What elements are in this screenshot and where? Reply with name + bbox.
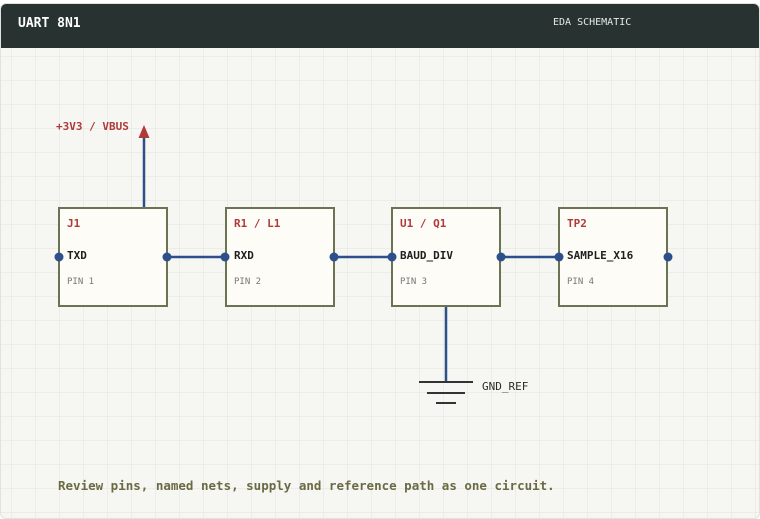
component-signal: BAUD_DIV [400, 249, 453, 262]
component-ref: TP2 [567, 217, 587, 230]
component-u1-q1[interactable]: U1 / Q1 BAUD_DIV PIN 3 [391, 207, 501, 307]
pin-dot[interactable] [329, 252, 339, 262]
app-subtitle: EDA SCHEMATIC [553, 17, 632, 28]
component-signal: RXD [234, 249, 254, 262]
pin-dot[interactable] [54, 252, 64, 262]
pin-dot[interactable] [496, 252, 506, 262]
pin-dot[interactable] [162, 252, 172, 262]
title-bar: UART 8N1 EDA SCHEMATIC [1, 4, 759, 48]
component-ref: R1 / L1 [234, 217, 281, 230]
review-note: Review pins, named nets, supply and refe… [58, 478, 555, 493]
component-r1-l1[interactable]: R1 / L1 RXD PIN 2 [225, 207, 335, 307]
component-signal: SAMPLE_X16 [567, 249, 634, 262]
component-pin: PIN 4 [567, 277, 594, 287]
component-signal: TXD [67, 249, 87, 262]
schematic-canvas[interactable]: +3V3 / VBUS GND_REF J1 TXD PIN 1 R1 / L1… [1, 48, 759, 518]
component-j1[interactable]: J1 TXD PIN 1 [58, 207, 168, 307]
pin-dot[interactable] [554, 252, 564, 262]
pin-dot[interactable] [220, 252, 230, 262]
component-ref: J1 [67, 217, 81, 230]
schematic-window: UART 8N1 EDA SCHEMATIC +3V3 / VBUS GND_R… [0, 3, 760, 519]
ground-label: GND_REF [482, 380, 528, 393]
component-tp2[interactable]: TP2 SAMPLE_X16 PIN 4 [558, 207, 668, 307]
component-pin: PIN 2 [234, 277, 261, 287]
component-pin: PIN 1 [67, 277, 94, 287]
pin-dot[interactable] [387, 252, 397, 262]
supply-label: +3V3 / VBUS [56, 120, 129, 133]
pin-dot[interactable] [663, 252, 673, 262]
component-ref: U1 / Q1 [400, 217, 447, 230]
app-title: UART 8N1 [18, 16, 81, 31]
component-pin: PIN 3 [400, 277, 427, 287]
